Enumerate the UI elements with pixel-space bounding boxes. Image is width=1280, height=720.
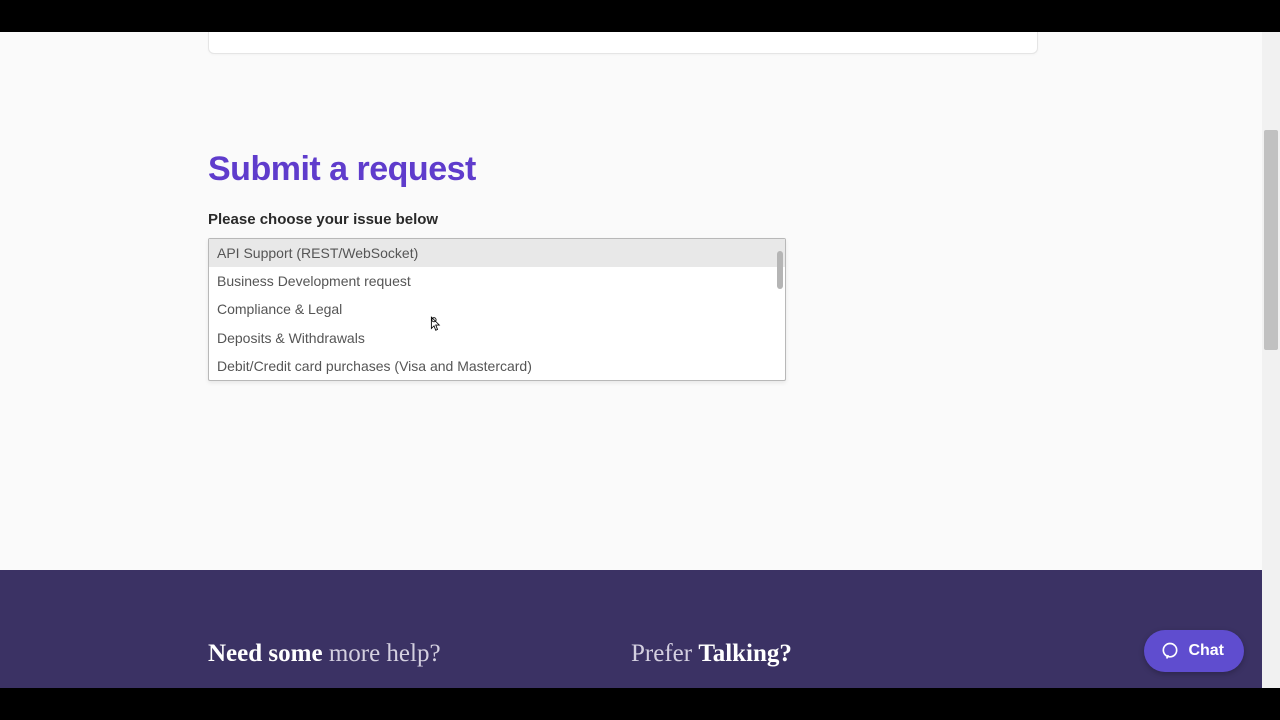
- dropdown-option-business-dev[interactable]: Business Development request: [209, 267, 785, 295]
- page-scrollbar-track[interactable]: [1262, 32, 1280, 688]
- main-content: Submit a request Please choose your issu…: [208, 150, 1038, 381]
- dropdown-scrollbar-thumb[interactable]: [777, 251, 783, 289]
- footer-talking-heading: Prefer Talking?: [631, 640, 1054, 668]
- chat-button-label: Chat: [1188, 642, 1224, 660]
- issue-dropdown[interactable]: API Support (REST/WebSocket) Business De…: [208, 238, 786, 381]
- dropdown-option-card-purchases[interactable]: Debit/Credit card purchases (Visa and Ma…: [209, 352, 785, 380]
- top-card-fragment: [208, 32, 1038, 54]
- issue-field-label: Please choose your issue below: [208, 211, 1038, 228]
- chat-button[interactable]: Chat: [1144, 630, 1244, 672]
- footer-help-heading: Need some more help?: [208, 640, 631, 668]
- footer-talking-bold: Talking?: [698, 640, 792, 667]
- dropdown-option-compliance-legal[interactable]: Compliance & Legal: [209, 295, 785, 323]
- footer-inner: Need some more help? Prefer Talking?: [208, 640, 1054, 668]
- page-title: Submit a request: [208, 150, 1038, 189]
- dropdown-option-api-support[interactable]: API Support (REST/WebSocket): [209, 239, 785, 267]
- page-body: Submit a request Please choose your issu…: [0, 32, 1262, 688]
- dropdown-option-deposits-withdrawals[interactable]: Deposits & Withdrawals: [209, 324, 785, 352]
- letterbox-bottom: [0, 688, 1280, 720]
- page-scrollbar-thumb[interactable]: [1264, 130, 1278, 350]
- footer-help-light: more help?: [323, 640, 441, 667]
- letterbox-top: [0, 0, 1280, 32]
- footer-help-bold: Need some: [208, 640, 323, 667]
- footer-talking-light: Prefer: [631, 640, 698, 667]
- chat-icon: [1160, 641, 1180, 661]
- footer: Need some more help? Prefer Talking?: [0, 570, 1262, 688]
